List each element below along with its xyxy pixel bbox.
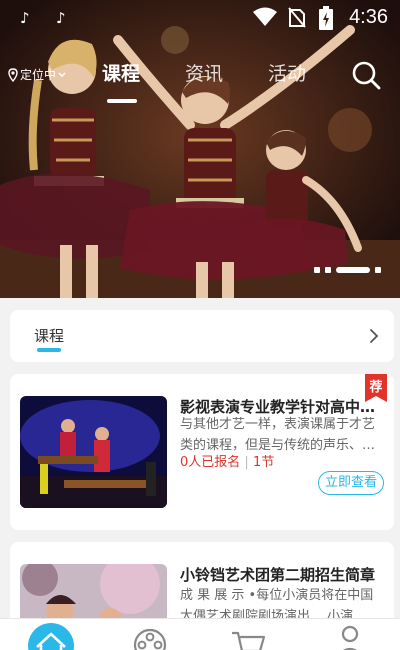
- course-title: 小铃铛艺术团第二期招生简章: [180, 566, 376, 584]
- chevron-down-icon: [58, 72, 66, 77]
- course-section-header[interactable]: 课程: [10, 310, 394, 362]
- status-time: 4:36: [349, 6, 388, 28]
- nav-profile[interactable]: [328, 623, 372, 650]
- course-card[interactable]: 影视表演专业教学针对高中… 与其他才艺一样，表演课属于才艺类的课程，但是与传统的…: [10, 374, 394, 530]
- banner-image: [0, 0, 400, 298]
- carousel-dot[interactable]: [314, 267, 320, 273]
- nav-media[interactable]: [128, 623, 172, 650]
- lesson-count: 1节: [252, 455, 275, 470]
- tiktok-icon: ♪: [20, 9, 30, 27]
- carousel-dot[interactable]: [375, 267, 381, 273]
- film-reel-icon: [133, 628, 167, 650]
- section-title-underline: [37, 348, 61, 352]
- enrolled-count: 0人已报名: [180, 455, 241, 470]
- chevron-right-icon[interactable]: [368, 326, 380, 346]
- course-image: [20, 396, 167, 508]
- course-description: 与其他才艺一样，表演课属于才艺类的课程，但是与传统的声乐、…: [180, 417, 376, 453]
- hero-banner[interactable]: ♪ ♪ 4:36 定位中 课程 资讯 活动: [0, 0, 400, 298]
- top-navigation: 定位中 课程 资讯 活动: [0, 55, 400, 105]
- meta-separator: |: [244, 455, 249, 470]
- home-icon: [36, 632, 66, 650]
- tab-news[interactable]: 资讯: [185, 59, 223, 86]
- location-pin-icon: [8, 67, 18, 82]
- no-sim-icon: [288, 7, 306, 28]
- badge-label: 荐: [369, 380, 383, 395]
- status-bar: ♪ ♪ 4:36: [0, 0, 400, 36]
- carousel-dot-active[interactable]: [336, 267, 370, 273]
- nav-home[interactable]: [28, 623, 74, 650]
- view-now-button[interactable]: 立即查看: [318, 471, 384, 495]
- search-icon[interactable]: [350, 59, 382, 91]
- location-label: 定位中: [20, 68, 57, 82]
- tab-courses[interactable]: 课程: [102, 59, 140, 86]
- nav-cart[interactable]: [226, 623, 270, 650]
- active-tab-indicator: [107, 99, 137, 103]
- bottom-navigation: [0, 618, 400, 650]
- cart-icon: [232, 631, 266, 650]
- course-thumbnail: [20, 396, 167, 508]
- carousel-dot[interactable]: [325, 267, 331, 273]
- wifi-icon: [253, 7, 277, 26]
- user-icon: [341, 625, 359, 650]
- location-selector[interactable]: 定位中: [8, 66, 66, 83]
- recommended-badge: 荐: [365, 374, 387, 402]
- section-title: 课程: [34, 327, 65, 345]
- app-screen: ♪ ♪ 4:36 定位中 课程 资讯 活动 课程 影视表演专业教学针对高中… 与…: [0, 0, 400, 650]
- tab-activities[interactable]: 活动: [268, 59, 306, 86]
- carousel-indicator: [314, 266, 381, 274]
- course-meta: 0人已报名 | 1节: [180, 451, 274, 470]
- battery-charging-icon: [319, 6, 333, 30]
- tiktok-icon: ♪: [56, 9, 66, 27]
